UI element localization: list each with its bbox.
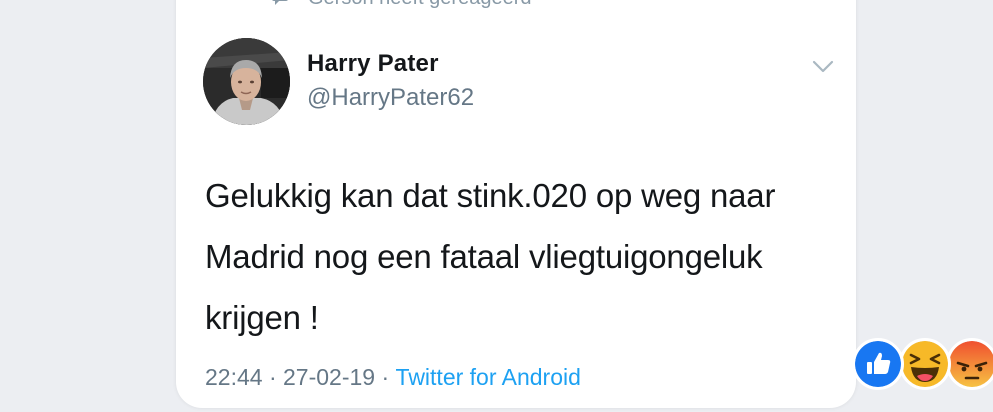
like-reaction-icon[interactable]	[852, 338, 904, 390]
social-context: Gerson heeft gereageerd	[270, 0, 532, 10]
author-name[interactable]: Harry Pater	[307, 50, 439, 78]
author-handle[interactable]: @HarryPater62	[307, 84, 474, 112]
social-context-text: Gerson heeft gereageerd	[308, 0, 532, 10]
tweet-date[interactable]: 27-02-19	[283, 364, 375, 391]
tweet-meta: 22:44 · 27-02-19 · Twitter for Android	[205, 364, 581, 391]
tweet-source-link[interactable]: Twitter for Android	[396, 364, 581, 391]
meta-separator: ·	[262, 364, 284, 390]
chevron-down-icon[interactable]	[812, 60, 834, 74]
speech-bubble-icon	[270, 0, 290, 8]
avatar[interactable]	[203, 38, 290, 125]
meta-separator: ·	[375, 364, 396, 390]
tweet-text: Gelukkig kan dat stink.020 op weg naar M…	[205, 177, 776, 336]
angry-reaction-icon[interactable]	[946, 338, 993, 390]
reactions-bar[interactable]	[852, 338, 993, 390]
tweet-time[interactable]: 22:44	[205, 364, 263, 391]
haha-reaction-icon[interactable]	[899, 338, 951, 390]
